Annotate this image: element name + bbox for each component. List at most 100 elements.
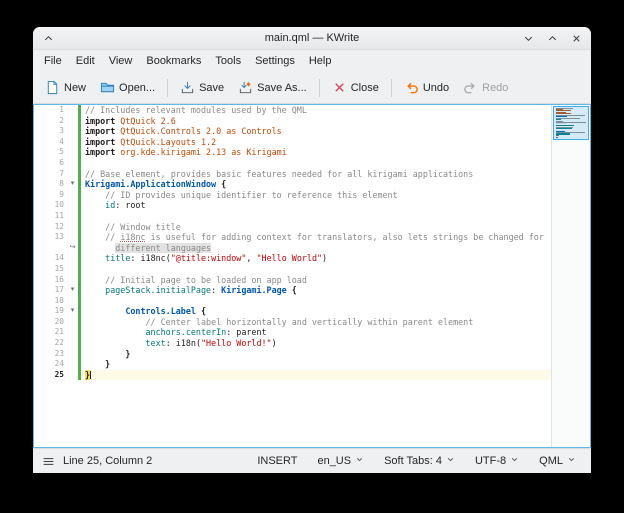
toolbar-button-redo[interactable]: Redo xyxy=(456,77,515,98)
code-line[interactable]: 6 xyxy=(34,158,552,169)
fold-column xyxy=(67,264,78,275)
code-line[interactable]: 5import org.kde.kirigami 2.13 as Kirigam… xyxy=(34,147,552,158)
code-line[interactable]: 23 } xyxy=(34,349,552,360)
menu-view[interactable]: View xyxy=(102,52,140,70)
menu-help[interactable]: Help xyxy=(302,52,339,70)
code-text[interactable]: } xyxy=(81,349,552,360)
scrollbar-minimap[interactable] xyxy=(551,105,590,447)
text-edit-area[interactable]: 1// Includes relevant modules used by th… xyxy=(34,105,552,447)
code-text[interactable]: // ID provides unique identifier to refe… xyxy=(81,190,552,201)
fold-column xyxy=(67,317,78,328)
code-line[interactable]: 25} xyxy=(34,370,552,381)
code-line[interactable]: 12 // Window title xyxy=(34,222,552,233)
code-text[interactable] xyxy=(81,211,552,222)
toolbar-button-open[interactable]: Open... xyxy=(93,77,162,98)
code-line[interactable]: 24 } xyxy=(34,359,552,370)
fold-column xyxy=(67,253,78,264)
code-line[interactable]: 21 anchors.centerIn: parent xyxy=(34,327,552,338)
code-text[interactable]: import org.kde.kirigami 2.13 as Kirigami xyxy=(81,147,552,158)
statusbar-insert-mode[interactable]: INSERT xyxy=(250,453,304,469)
menu-bookmarks[interactable]: Bookmarks xyxy=(139,52,208,70)
code-text[interactable]: id: root xyxy=(81,200,552,211)
code-text[interactable]: anchors.centerIn: parent xyxy=(81,327,552,338)
code-line[interactable]: 11 xyxy=(34,211,552,222)
toolbar-button-saveas[interactable]: Save As... xyxy=(231,77,314,98)
toolbar: New Open... SaveSave As... Close UndoRedo xyxy=(33,72,591,104)
fold-marker-icon[interactable]: ▾ xyxy=(67,285,78,296)
code-line[interactable]: 8▾Kirigami.ApplicationWindow { xyxy=(34,179,552,190)
fold-column xyxy=(67,222,78,233)
statusbar-syntax-mode[interactable]: QML xyxy=(532,453,583,469)
code-text[interactable]: Controls.Label { xyxy=(81,306,552,317)
menu-settings[interactable]: Settings xyxy=(248,52,302,70)
code-line[interactable]: 13 // i18nc is useful for adding context… xyxy=(34,232,552,243)
wrap-marker-icon: ↪ xyxy=(67,243,78,254)
code-line[interactable]: 7// Base element, provides basic feature… xyxy=(34,169,552,180)
code-line[interactable]: 20 // Center label horizontally and vert… xyxy=(34,317,552,328)
code-line[interactable]: 3 import QtQuick.Controls 2.0 as Controls xyxy=(34,126,552,137)
code-line[interactable]: 10 id: root xyxy=(34,200,552,211)
code-line[interactable]: 16 // Initial page to be loaded on app l… xyxy=(34,275,552,286)
code-text[interactable] xyxy=(81,158,552,169)
code-text[interactable]: title: i18nc("@title:window", "Hello Wor… xyxy=(81,253,552,264)
fold-column xyxy=(67,349,78,360)
code-text[interactable]: import QtQuick 2.6 xyxy=(81,116,552,127)
line-number: 2 xyxy=(34,116,67,127)
line-number: 3 xyxy=(34,126,67,137)
code-line[interactable]: 22 text: i18n("Hello World!") xyxy=(34,338,552,349)
maximize-button[interactable] xyxy=(545,31,559,45)
fold-column xyxy=(67,370,78,381)
toolbar-button-close[interactable]: Close xyxy=(325,77,386,98)
code-text[interactable]: import QtQuick.Controls 2.0 as Controls xyxy=(81,126,552,137)
code-text[interactable]: text: i18n("Hello World!") xyxy=(81,338,552,349)
code-text[interactable] xyxy=(81,264,552,275)
close-button[interactable] xyxy=(569,31,583,45)
code-line[interactable]: 4import QtQuick.Layouts 1.2 xyxy=(34,137,552,148)
statusbar-encoding[interactable]: UTF-8 xyxy=(468,453,526,469)
code-text[interactable]: // i18nc is useful for adding context fo… xyxy=(81,232,552,243)
line-number: 12 xyxy=(34,222,67,233)
code-line[interactable]: 17▾ pageStack.initialPage: Kirigami.Page… xyxy=(34,285,552,296)
code-line[interactable]: 1// Includes relevant modules used by th… xyxy=(34,105,552,116)
code-text[interactable]: // Center label horizontally and vertica… xyxy=(81,317,552,328)
code-line[interactable]: ↪ different languages xyxy=(34,243,552,254)
toolbar-button-new[interactable]: New xyxy=(38,77,93,98)
fold-column xyxy=(67,211,78,222)
code-text[interactable]: // Window title xyxy=(81,222,552,233)
line-number: 16 xyxy=(34,275,67,286)
code-text[interactable]: // Base element, provides basic features… xyxy=(81,169,552,180)
menu-tools[interactable]: Tools xyxy=(208,52,248,70)
code-line[interactable]: 15 xyxy=(34,264,552,275)
toolbar-button-undo[interactable]: Undo xyxy=(397,77,456,98)
statusbar-dictionary[interactable]: en_US xyxy=(310,453,371,469)
code-text[interactable]: // Initial page to be loaded on app load xyxy=(81,275,552,286)
code-text[interactable] xyxy=(81,296,552,307)
fold-column xyxy=(67,359,78,370)
code-text[interactable]: different languages xyxy=(81,243,552,254)
code-text[interactable]: Kirigami.ApplicationWindow { xyxy=(81,179,552,190)
fold-column xyxy=(67,169,78,180)
code-text[interactable]: } xyxy=(81,370,552,381)
code-line[interactable]: 9 // ID provides unique identifier to re… xyxy=(34,190,552,201)
menu-file[interactable]: File xyxy=(37,52,69,70)
fold-marker-icon[interactable]: ▾ xyxy=(67,179,78,190)
toolbar-button-save[interactable]: Save xyxy=(173,77,231,98)
minimize-button[interactable] xyxy=(521,31,535,45)
code-line[interactable]: 2 import QtQuick 2.6 xyxy=(34,116,552,127)
cursor-position[interactable]: Line 25, Column 2 xyxy=(63,455,152,467)
code-text[interactable]: import QtQuick.Layouts 1.2 xyxy=(81,137,552,148)
menu-edit[interactable]: Edit xyxy=(69,52,102,70)
code-line[interactable]: 18 xyxy=(34,296,552,307)
code-text[interactable]: // Includes relevant modules used by the… xyxy=(81,105,552,116)
fold-marker-icon[interactable]: ▾ xyxy=(67,306,78,317)
code-line[interactable]: 19▾ Controls.Label { xyxy=(34,306,552,317)
titlebar[interactable]: main.qml — KWrite xyxy=(33,27,591,50)
code-line[interactable]: 14 title: i18nc("@title:window", "Hello … xyxy=(34,253,552,264)
hamburger-menu-icon[interactable] xyxy=(41,454,55,468)
code-text[interactable]: pageStack.initialPage: Kirigami.Page { xyxy=(81,285,552,296)
toolbar-button-label: Open... xyxy=(119,82,155,94)
code-text[interactable]: } xyxy=(81,359,552,370)
minimap-visible-region[interactable] xyxy=(553,106,589,140)
statusbar-tab-mode[interactable]: Soft Tabs: 4 xyxy=(377,453,462,469)
keep-above-icon[interactable] xyxy=(41,31,55,45)
